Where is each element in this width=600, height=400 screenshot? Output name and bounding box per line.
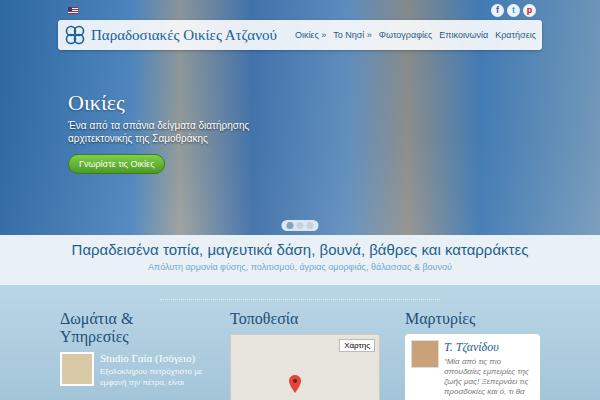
tagline-band: Παραδεισένα τοπία, μαγευτικά δάση, βουνά… [0,235,600,285]
testimonial-quote: “Μία από τις πιο σπουδαίες εμπειρίες της… [444,357,534,397]
location-column: Τοποθεσία Χάρτης [230,310,380,400]
social-links: ftp [491,4,536,17]
page: ftp Παραδοσιακές Οικίες Ατζανού Οικίες » Το… [0,0,600,400]
tagline-heading: Παραδεισένα τοπία, μαγευτικά δάση, βουνά… [0,241,600,258]
slider-dot[interactable] [307,222,314,229]
social-icon[interactable]: t [507,4,520,17]
nav-item[interactable]: Κρατήσεις [495,30,536,40]
rooms-column: Δωμάτια & Υπηρεσίες Studio Γαία (Ισόγειο)… [60,310,205,400]
tagline-subheading: Απόλυτη αρμονία φύσης, πολιτισμού, άγρια… [0,262,600,272]
knot-logo-icon[interactable] [64,24,86,46]
rooms-title: Δωμάτια & Υπηρεσίες [60,310,205,346]
nav-item[interactable]: Φωτογραφίες [379,30,433,40]
map-type-button[interactable]: Χάρτης [339,339,375,352]
slider-dot[interactable] [287,222,294,229]
slide-caption: Οικίες Ένα από τα σπάνια δείγματα διατήρη… [58,50,308,174]
separator [160,285,440,300]
slider-dot[interactable] [297,222,304,229]
testimonial-author: Τ. Τζανίδου [444,340,534,355]
content-area: Δωμάτια & Υπηρεσίες Studio Γαία (Ισόγειο)… [0,285,600,400]
slide-button[interactable]: Γνωρίστε τις Οικίες [68,154,165,174]
nav-item[interactable]: Οικίες » [295,30,326,40]
slide-title: Οικίες [68,90,308,116]
testimonial-card: Τ. Τζανίδου “Μία από τις πιο σπουδαίες εμ… [405,334,540,400]
map[interactable]: Χάρτης [230,334,380,400]
room-item[interactable]: Studio Γαία (Ισόγειο) Εξολοκλήρου πετρόχτ… [60,352,205,388]
slide-text: Ένα από τα σπάνια δείγματα διατήρησης αρ… [68,119,308,145]
room-thumbnail[interactable] [60,352,94,386]
room-name[interactable]: Studio Γαία (Ισόγειο) [100,352,205,364]
slider-pager [282,220,319,231]
room-description: Εξολοκλήρου πετρόχτιστο με εμφανή την πέ… [100,366,205,388]
nav-item[interactable]: Επικοινωνία [439,30,488,40]
main-nav: Οικίες » Το Νησί » Φωτογραφίες Επικοινωνία Κ… [295,30,536,40]
site-title[interactable]: Παραδοσιακές Οικίες Ατζανού [91,27,277,44]
avatar [411,340,439,368]
top-bar: ftp [58,0,542,20]
hero-slider: ftp Παραδοσιακές Οικίες Ατζανού Οικίες » Το… [0,0,600,235]
map-pin-icon[interactable] [289,375,301,393]
social-icon[interactable]: f [491,4,504,17]
social-icon[interactable]: p [523,4,536,17]
testimonials-column: Μαρτυρίες Τ. Τζανίδου “Μία από τις πιο σπο… [405,310,540,400]
header-bar: Παραδοσιακές Οικίες Ατζανού Οικίες » Το Νη… [58,20,542,50]
location-title: Τοποθεσία [230,310,380,328]
us-flag-icon[interactable] [68,7,78,14]
testimonials-title: Μαρτυρίες [405,310,540,328]
nav-item[interactable]: Το Νησί » [333,30,372,40]
